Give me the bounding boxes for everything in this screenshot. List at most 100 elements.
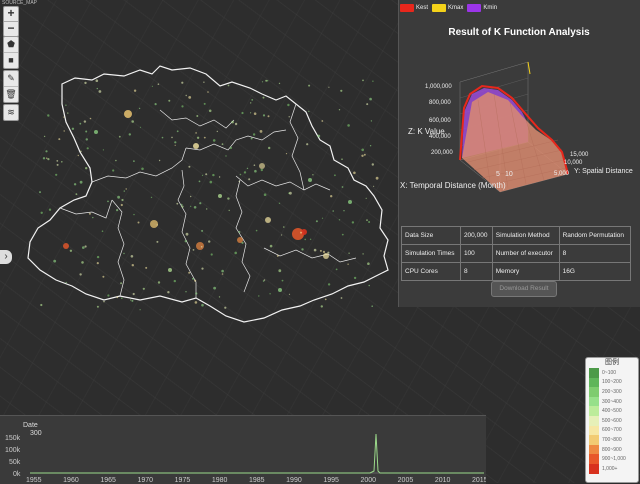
polygon-tool-icon[interactable]: ⬟: [4, 37, 18, 53]
event-point: [234, 122, 238, 126]
legend-kmin[interactable]: Kmin: [467, 4, 497, 12]
event-point: [85, 130, 88, 133]
timeline-chart[interactable]: 150k 100k 50k 0k 1955 1960 1965 1970 1975 198…: [0, 416, 486, 484]
event-point: [340, 89, 343, 92]
z-tick: 200,000: [431, 150, 453, 156]
event-point: [120, 203, 123, 207]
event-point: [225, 155, 227, 157]
event-point: [167, 291, 170, 294]
event-point: [89, 117, 92, 120]
rectangle-tool-icon[interactable]: ■: [4, 53, 18, 68]
k-chart-legend: Kest Kmax Kmin: [400, 2, 497, 14]
event-point: [195, 292, 198, 295]
event-point: [304, 238, 307, 241]
event-point: [199, 202, 202, 205]
table-row: Simulation Times 100 Number of executor …: [401, 244, 632, 263]
legend-label: Kmin: [483, 5, 498, 11]
event-point: [262, 114, 266, 117]
event-point: [372, 80, 374, 82]
event-point: [40, 211, 43, 214]
legend-item-label: 0~100: [602, 369, 617, 376]
event-point: [198, 180, 201, 183]
event-point: [338, 109, 341, 111]
event-point: [213, 286, 217, 290]
event-point: [131, 120, 134, 123]
k-function-3d-chart[interactable]: 1,000,000 800,000 600,000 400,000 200,00…: [398, 42, 640, 222]
legend-swatch: [400, 4, 414, 12]
event-point: [265, 79, 268, 82]
event-point: [209, 180, 213, 184]
event-point: [65, 281, 67, 284]
event-point: [361, 148, 365, 152]
edit-icon[interactable]: ✎: [4, 71, 18, 87]
event-point: [98, 90, 102, 93]
legend-kest[interactable]: Kest: [400, 4, 428, 12]
event-point: [151, 85, 153, 87]
event-point: [351, 221, 355, 224]
event-point: [63, 116, 65, 118]
legend-kmax[interactable]: Kmax: [432, 4, 463, 12]
event-point: [92, 216, 94, 219]
event-point: [373, 185, 375, 187]
event-point: [192, 277, 194, 280]
z-tick-labels: 1,000,000 800,000 600,000 400,000 200,00…: [425, 84, 453, 156]
event-point: [262, 280, 265, 282]
event-point: [185, 94, 187, 97]
event-point: [262, 96, 265, 99]
event-point: [40, 303, 43, 307]
delete-icon[interactable]: 🗑: [4, 87, 18, 102]
event-point: [115, 159, 117, 162]
event-point: [368, 284, 371, 287]
event-point: [324, 298, 327, 301]
event-point: [288, 293, 291, 295]
event-point: [361, 154, 364, 157]
event-point: [208, 240, 211, 243]
event-point: [205, 173, 208, 176]
legend-item-label: 100~200: [602, 379, 622, 386]
event-point: [371, 163, 374, 166]
event-point: [308, 84, 311, 87]
layers-icon[interactable]: ≋: [4, 105, 18, 120]
event-point: [156, 224, 158, 226]
event-point: [181, 105, 184, 108]
timeline-panel[interactable]: Date 300 150k 100k 50k 0k 1955 1960 1965 19…: [0, 415, 486, 484]
event-point: [221, 143, 224, 146]
legend-color-swatch: [589, 368, 599, 378]
event-point: [287, 103, 290, 107]
y-axis-label: Y: Spatial Distance: [574, 168, 633, 175]
legend-item-label: 700~800: [602, 436, 622, 443]
table-cell: Number of executor: [491, 244, 560, 263]
event-point: [263, 193, 267, 196]
event-point: [117, 195, 120, 199]
download-result-button[interactable]: Download Result: [491, 281, 557, 297]
event-point: [102, 149, 104, 151]
legend-item: 300~400: [586, 396, 638, 407]
event-point: [188, 165, 191, 168]
event-point: [315, 220, 318, 223]
zoom-out-button[interactable]: −: [4, 22, 18, 36]
legend-item-label: 300~400: [602, 398, 622, 405]
event-point: [48, 208, 52, 211]
event-point: [269, 244, 273, 248]
event-point: [112, 169, 115, 172]
event-point: [238, 231, 241, 233]
event-point: [77, 154, 80, 157]
event-point: [208, 109, 212, 113]
event-point: [102, 275, 105, 278]
event-point: [95, 79, 99, 82]
event-point: [71, 127, 75, 130]
event-point: [201, 174, 204, 176]
z-tick: 800,000: [429, 100, 451, 106]
hotspot-clusters: [63, 110, 352, 292]
event-point: [96, 305, 99, 308]
event-point: [157, 83, 160, 85]
event-point: [121, 198, 124, 202]
table-cell: 200,000: [459, 226, 493, 245]
event-point: [231, 120, 234, 124]
province-boundary: [27, 65, 389, 323]
expand-left-icon[interactable]: ›: [0, 250, 12, 264]
event-point: [206, 208, 208, 210]
event-point: [69, 249, 73, 252]
zoom-in-button[interactable]: +: [4, 7, 18, 22]
event-point: [85, 167, 88, 170]
